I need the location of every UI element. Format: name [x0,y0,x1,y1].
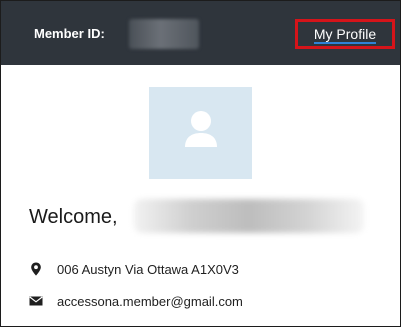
welcome-heading: Welcome, [29,206,118,228]
my-profile-link[interactable]: My Profile [295,19,395,49]
address-row: 006 Austyn Via Ottawa A1X0V3 [29,260,239,278]
my-profile-label: My Profile [313,26,377,44]
member-id-label: Member ID: [34,26,105,41]
email-text: accessona.member@gmail.com [57,293,243,309]
user-placeholder-icon [185,111,217,147]
profile-card: Member ID: My Profile Welcome, 006 Austy… [0,0,401,327]
address-text: 006 Austyn Via Ottawa A1X0V3 [57,261,239,277]
email-row: accessona.member@gmail.com [29,292,243,310]
header-bar: Member ID: My Profile [1,1,400,65]
envelope-icon [29,296,43,306]
map-marker-icon [31,262,41,276]
avatar [149,87,252,179]
member-name-redacted [134,199,364,233]
member-id-redacted [129,19,199,49]
